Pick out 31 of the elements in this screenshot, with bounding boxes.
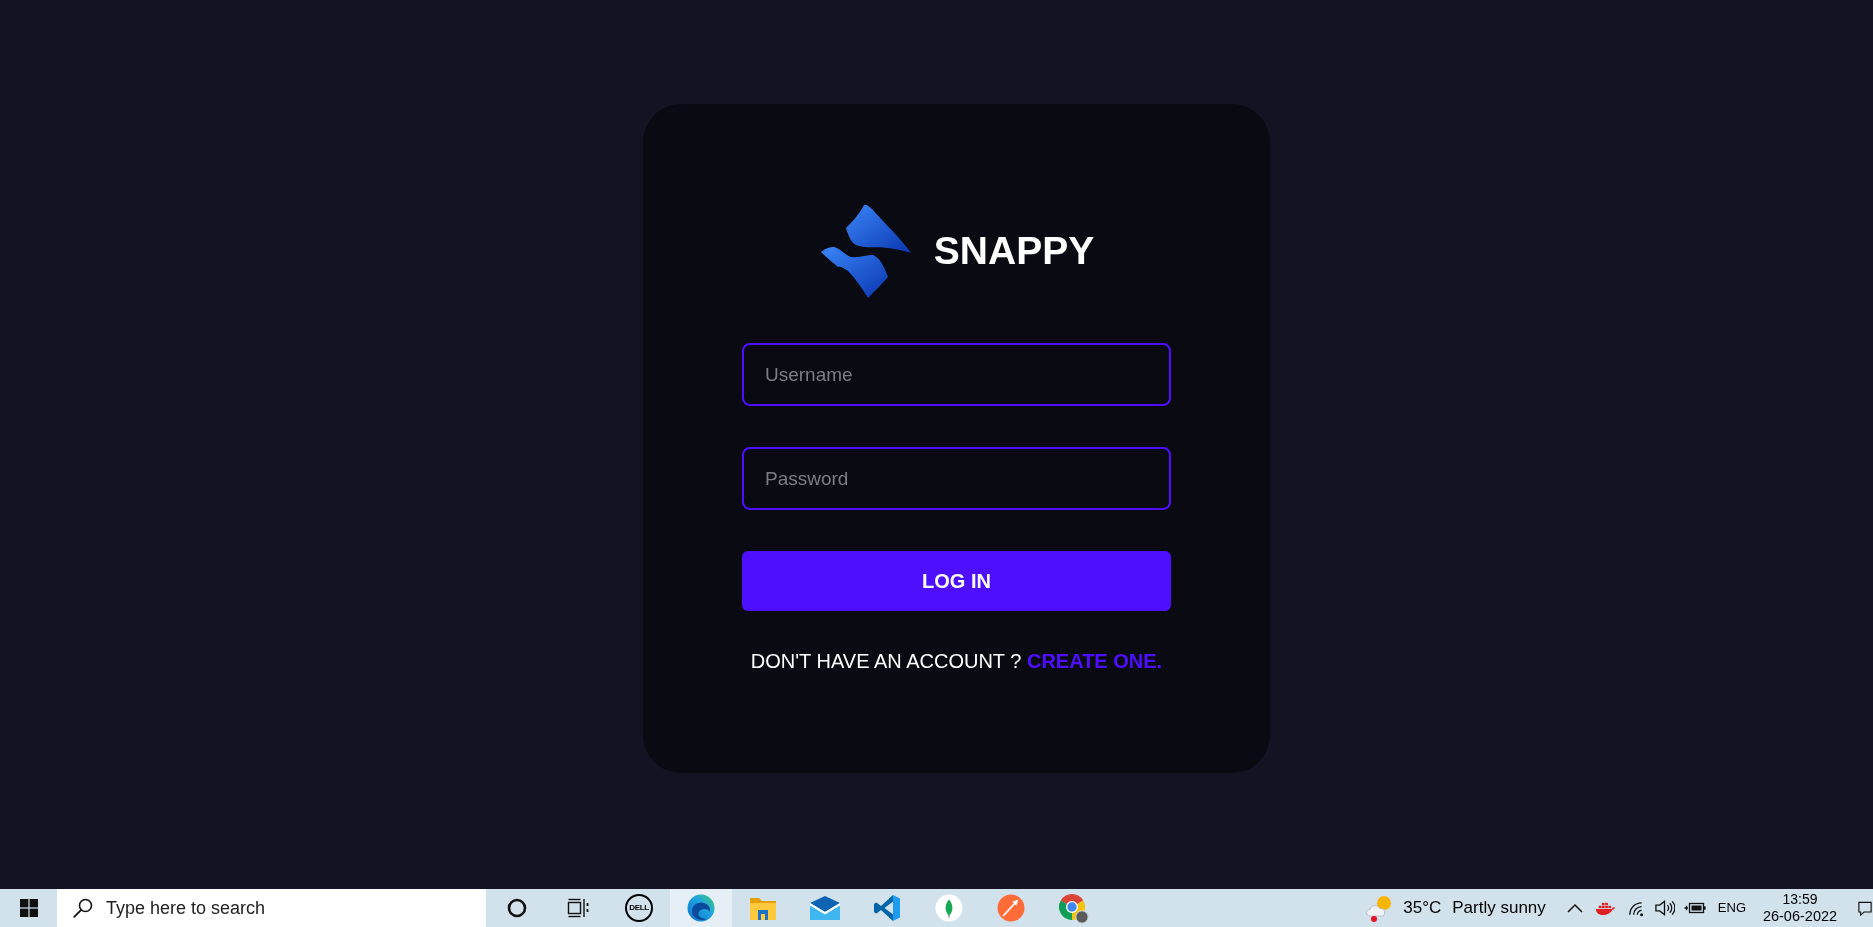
wheel-logo-icon	[1057, 892, 1089, 924]
weather-condition-text: Partly sunny	[1452, 897, 1546, 920]
signup-prompt: DON'T HAVE AN ACCOUNT ? CREATE ONE.	[749, 649, 1164, 673]
notification-icon[interactable]	[1858, 899, 1872, 917]
password-field[interactable]: Password	[742, 447, 1171, 510]
speaker-icon[interactable]	[1653, 899, 1675, 917]
search-field[interactable]: Type here to search	[57, 889, 486, 927]
battery-icon[interactable]	[1683, 901, 1706, 915]
login-button[interactable]: LOG IN	[742, 551, 1171, 611]
sun-cloud-icon[interactable]	[1365, 894, 1394, 922]
windows-logo-icon[interactable]	[19, 899, 38, 917]
taskbar-app-button[interactable]: DELL	[608, 889, 670, 927]
clock-date[interactable]: 26-06-2022	[1762, 908, 1838, 925]
envelope-icon	[809, 895, 841, 921]
arrow-circle-icon	[997, 894, 1025, 922]
whale-icon[interactable]	[1594, 900, 1615, 916]
search-icon	[73, 898, 93, 918]
username-field[interactable]: Username	[742, 343, 1171, 406]
chevron-logo-icon	[873, 894, 901, 922]
swirl-logo-icon	[687, 894, 715, 922]
language-indicator[interactable]: ENG	[1717, 898, 1746, 918]
leaf-icon	[935, 894, 963, 922]
task-view-icon[interactable]	[566, 898, 589, 918]
taskbar-app-button[interactable]	[670, 889, 732, 927]
clock-time[interactable]: 13:59	[1762, 891, 1838, 908]
brand-title: SNAPPY	[933, 230, 1095, 273]
temperature-text: 35°C	[1403, 897, 1442, 920]
wifi-icon[interactable]	[1626, 899, 1644, 917]
folder-icon	[748, 895, 778, 921]
ring-icon[interactable]	[506, 898, 527, 918]
chevron-up-icon[interactable]	[1566, 903, 1583, 913]
